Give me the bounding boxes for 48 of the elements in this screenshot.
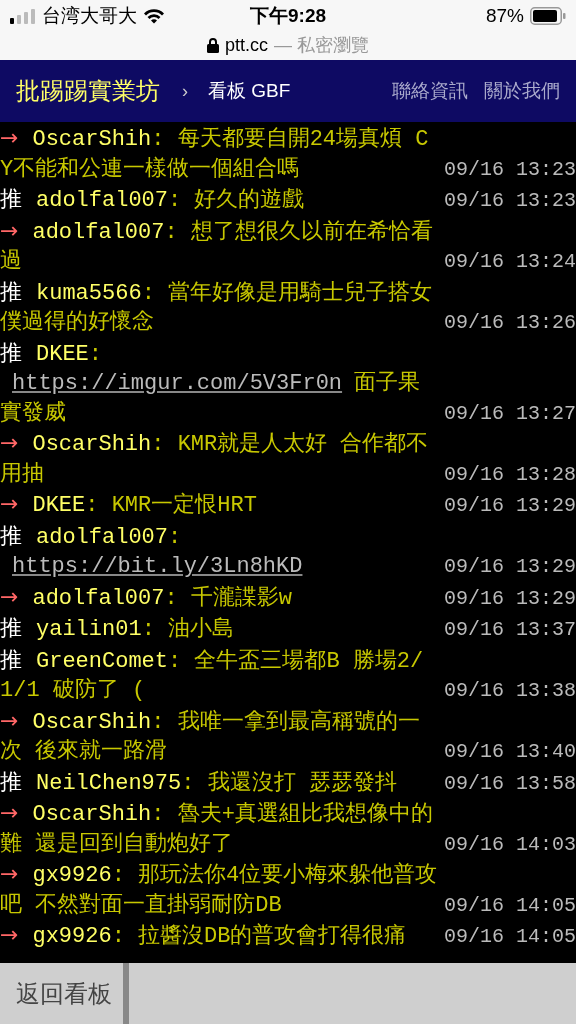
timestamp: 09/16 13:37 [443,617,576,643]
push-comment: → gx9926: 拉醬沒DB的普攻會打得很痛 [0,921,408,951]
timestamp: 09/16 13:24 [443,249,576,275]
push-comment: → OscarShih: 我唯一拿到最高稱號的一次 後來就一路滑 [0,706,421,766]
link[interactable]: https://bit.ly/3Ln8hKD [12,554,303,579]
push-comment: → adolfal007: 想了想很久以前在希恰看過 [0,216,434,276]
link[interactable]: https://imgur.com/5V3Fr0n [12,371,343,396]
timestamp: 09/16 14:05 [443,892,576,919]
push-comment: → OscarShih: 魯夫+真選組比我想像中的難 還是回到自動炮好了 [0,799,434,859]
push-comment: 推 adolfal007: 好久的遊戲 [0,185,306,215]
clock-time: 下午9:28 [250,3,326,28]
push-comment: 推 DKEE: https://imgur.com/5V3Fr0n 面子果實發威 [0,338,422,428]
nav-link[interactable]: 聯絡資訊 [392,76,468,106]
signal-icon [10,8,36,24]
push-comment: → OscarShih: 每天都要自開24場真煩 CY不能和公連一樣做一個組合嗎 [0,124,430,184]
board-link[interactable]: 看板 GBF [208,76,291,106]
timestamp: 09/16 13:27 [443,400,576,427]
push-comment: 推 kuma5566: 當年好像是用騎士兒子搭女僕過得的好懷念 [0,277,434,337]
private-mode-label: — 私密瀏覽 [274,33,369,57]
timestamp: 09/16 13:26 [443,310,576,336]
push-comment: 推 yailin01: 油小島 [0,614,236,644]
timestamp: 09/16 13:28 [443,461,576,488]
timestamp: 09/16 13:23 [443,156,576,183]
carrier-name: 台湾大哥大 [42,3,137,28]
lock-icon [207,37,219,53]
timestamp: 09/16 13:58 [443,770,576,797]
push-comment: → DKEE: KMR一定恨HRT [0,490,258,520]
timestamp: 09/16 13:40 [443,739,576,765]
push-comment: 推 GreenComet: 全牛盃三場都B 勝場2/1/1 破防了 ( [0,645,425,705]
push-comment: → OscarShih: KMR就是人太好 合作都不用抽 [0,429,430,489]
battery-icon [530,7,566,25]
push-comment: → adolfal007: 千瀧諜影w [0,582,294,613]
timestamp: 09/16 13:29 [443,493,576,519]
battery-percent: 87% [485,3,524,28]
push-comment: → gx9926: 那玩法你4位要小梅來躲他普攻吧 不然對面一直掛弱耐防DB [0,860,439,920]
timestamp: 09/16 14:03 [443,831,576,858]
push-comment: 推 adolfal007: https://bit.ly/3Ln8hKD [0,521,304,581]
url-domain[interactable]: ptt.cc [225,31,268,59]
timestamp: 09/16 14:05 [443,924,576,950]
site-title[interactable]: 批踢踢實業坊 [16,73,160,109]
timestamp: 09/16 13:38 [443,678,576,704]
breadcrumb-separator: › [182,79,188,103]
wifi-icon [143,8,165,24]
push-comment: 推 NeilChen975: 我還沒打 瑟瑟發抖 [0,767,398,798]
nav-link[interactable]: 關於我們 [484,76,560,106]
timestamp: 09/16 13:29 [443,585,576,612]
timestamp: 09/16 13:23 [443,188,576,214]
timestamp: 09/16 13:29 [443,554,576,580]
